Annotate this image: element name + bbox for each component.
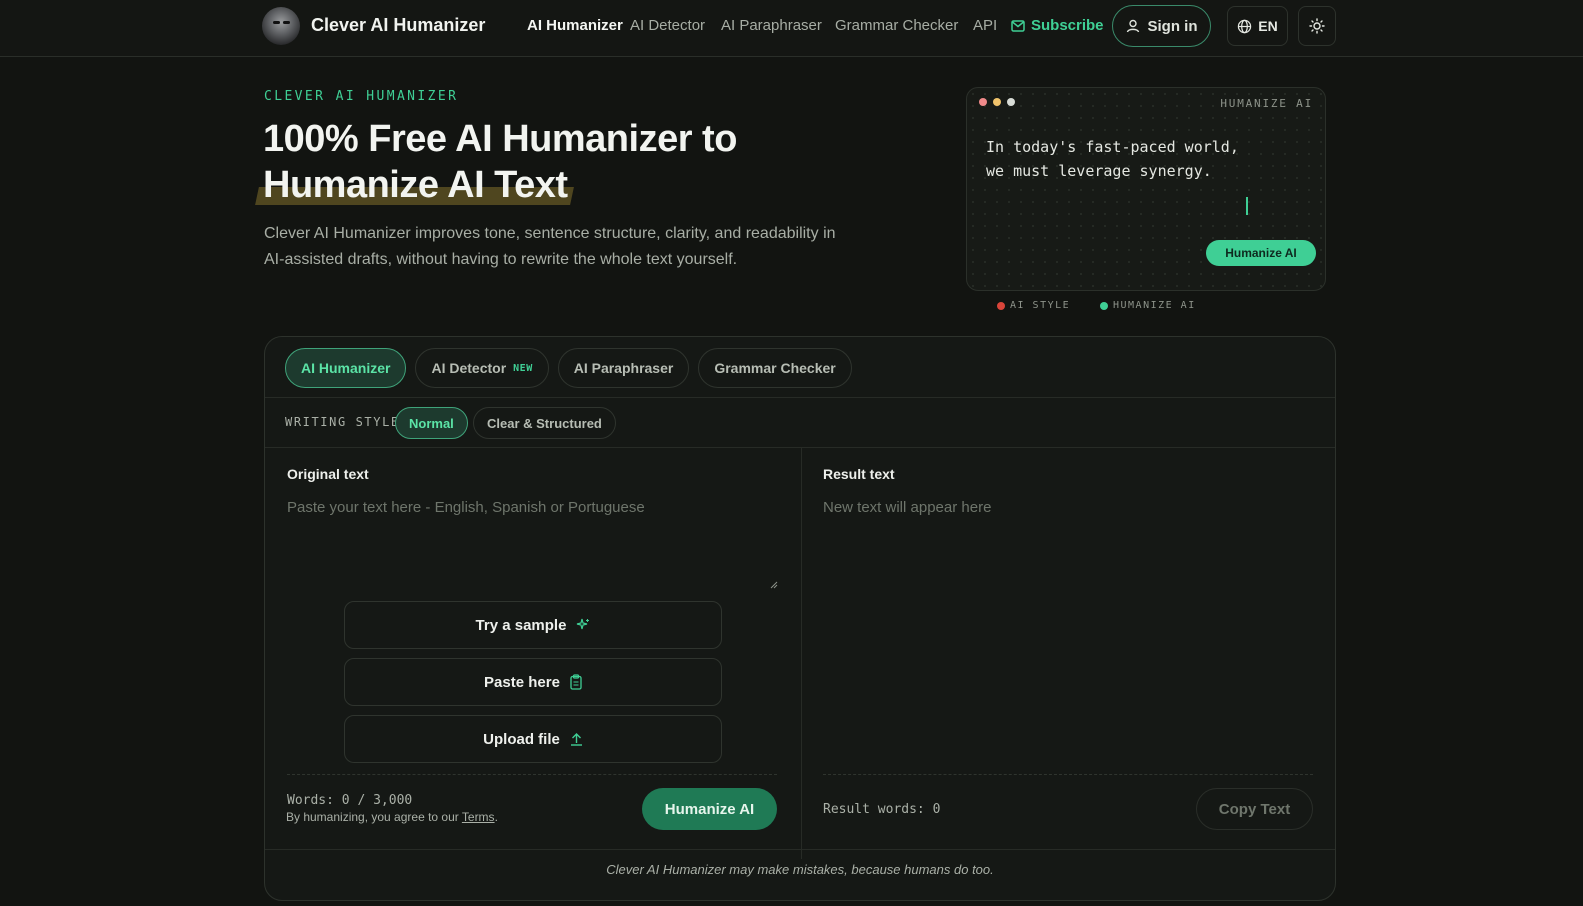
window-dot-gray <box>1007 98 1015 106</box>
legend-dot-humanize-ai <box>1100 301 1108 310</box>
brand-name[interactable]: Clever AI Humanizer <box>311 15 485 36</box>
window-dot-red <box>979 98 987 106</box>
column-divider <box>801 447 802 859</box>
dashed-divider <box>823 774 1313 775</box>
tab-label: AI Paraphraser <box>573 360 674 376</box>
mail-icon <box>1011 20 1025 32</box>
nav-link-ai-paraphraser[interactable]: AI Paraphraser <box>721 17 822 34</box>
humanize-ai-button[interactable]: Humanize AI <box>642 788 777 830</box>
disclaimer: Clever AI Humanizer may make mistakes, b… <box>606 862 994 877</box>
demo-humanize-button[interactable]: Humanize AI <box>1206 240 1316 266</box>
hero-subtitle: Clever AI Humanizer improves tone, sente… <box>264 225 836 268</box>
writing-style-normal[interactable]: Normal <box>395 407 468 439</box>
legend-label-humanize-ai: HUMANIZE AI <box>1113 300 1196 311</box>
tool-tabs: AI Humanizer AI Detector NEW AI Paraphra… <box>285 348 852 388</box>
clipboard-icon <box>570 674 582 690</box>
new-badge: NEW <box>513 362 533 374</box>
legend-ai-style: AI STYLE <box>997 300 1070 311</box>
copy-text-button[interactable]: Copy Text <box>1196 788 1313 830</box>
text-caret <box>1246 197 1248 215</box>
globe-icon <box>1238 19 1252 33</box>
original-text-input[interactable]: Paste your text here - English, Spanish … <box>287 499 645 516</box>
try-sample-button[interactable]: Try a sample <box>344 601 722 649</box>
paste-here-button[interactable]: Paste here <box>344 658 722 706</box>
upload-file-button[interactable]: Upload file <box>344 715 722 763</box>
language-selector[interactable]: EN <box>1227 6 1288 46</box>
word-count: Words: 0 / 3,000 <box>287 793 413 808</box>
divider <box>265 849 1335 850</box>
paste-here-label: Paste here <box>484 673 560 691</box>
tab-label: AI Detector <box>431 360 507 376</box>
tool-panel: AI Humanizer AI Detector NEW AI Paraphra… <box>264 336 1336 901</box>
terms-prefix: By humanizing, you agree to our <box>286 810 462 824</box>
demo-label: HUMANIZE AI <box>1220 97 1313 110</box>
legend-humanize-ai: HUMANIZE AI <box>1100 300 1196 311</box>
window-dot-yellow <box>993 98 1001 106</box>
legend-label-ai-style: AI STYLE <box>1010 300 1071 311</box>
top-nav: Clever AI Humanizer AI Humanizer AI Dete… <box>0 0 1583 57</box>
sign-in-label: Sign in <box>1147 17 1198 35</box>
upload-file-label: Upload file <box>483 730 560 748</box>
tab-ai-humanizer[interactable]: AI Humanizer <box>285 348 407 388</box>
language-label: EN <box>1258 18 1278 34</box>
hero-title-line1: 100% Free AI Humanizer to <box>263 118 737 160</box>
tab-grammar-checker[interactable]: Grammar Checker <box>698 348 852 388</box>
legend-dot-ai-style <box>997 301 1005 310</box>
divider <box>265 447 1335 448</box>
brand-logo-icon[interactable] <box>262 7 300 45</box>
humanize-demo-card: HUMANIZE AI In today's fast-paced world,… <box>966 87 1326 291</box>
try-sample-label: Try a sample <box>475 616 567 634</box>
hero-eyebrow: CLEVER AI HUMANIZER <box>264 89 459 104</box>
subscribe-link[interactable]: Subscribe <box>1011 17 1104 34</box>
subscribe-label: Subscribe <box>1031 17 1104 34</box>
tab-ai-paraphraser[interactable]: AI Paraphraser <box>557 348 690 388</box>
terms-link[interactable]: Terms <box>462 810 495 824</box>
sparkle-icon <box>577 618 590 630</box>
result-word-count: Result words: 0 <box>823 802 941 817</box>
nav-link-api[interactable]: API <box>973 17 997 34</box>
terms-suffix: . <box>494 810 498 824</box>
resize-handle-icon[interactable] <box>770 581 778 589</box>
window-dots <box>979 98 1015 106</box>
writing-style-label: WRITING STYLE <box>285 415 400 429</box>
terms-notice: By humanizing, you agree to our Terms. <box>286 810 498 824</box>
tab-label: AI Humanizer <box>301 360 391 376</box>
tab-ai-detector[interactable]: AI Detector NEW <box>415 348 549 388</box>
nav-link-grammar-checker[interactable]: Grammar Checker <box>835 17 958 34</box>
theme-toggle-button[interactable] <box>1298 6 1336 46</box>
nav-link-ai-detector[interactable]: AI Detector <box>630 17 705 34</box>
result-text-title: Result text <box>823 466 895 482</box>
dashed-divider <box>287 774 777 775</box>
hero-title-line2-highlighted: Humanize AI Text <box>263 164 568 206</box>
user-icon <box>1126 19 1139 33</box>
result-text-output[interactable]: New text will appear here <box>823 499 991 516</box>
sign-in-button[interactable]: Sign in <box>1112 5 1211 47</box>
hero-title: 100% Free AI Humanizer to Humanize AI Te… <box>263 116 883 208</box>
sun-icon <box>1309 18 1325 34</box>
original-text-title: Original text <box>287 466 369 482</box>
writing-style-clear-structured[interactable]: Clear & Structured <box>473 407 616 439</box>
tab-label: Grammar Checker <box>714 360 836 376</box>
demo-text: In today's fast-paced world, we must lev… <box>986 138 1239 180</box>
divider <box>265 397 1335 398</box>
upload-icon <box>570 733 582 746</box>
nav-link-ai-humanizer[interactable]: AI Humanizer <box>527 17 623 34</box>
